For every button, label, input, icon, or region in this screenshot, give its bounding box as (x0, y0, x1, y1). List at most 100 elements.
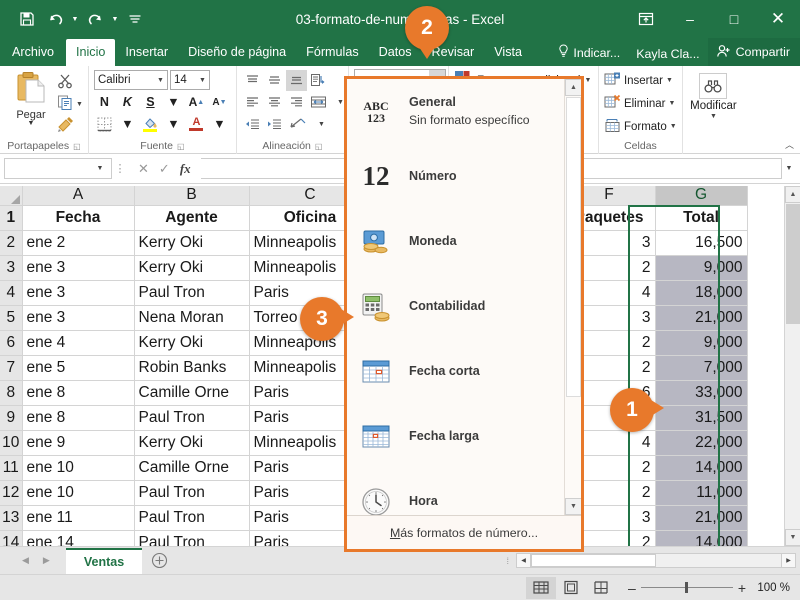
conditional-formatting-dropdown-icon[interactable]: ▼ (585, 77, 592, 84)
number-format-item-contabilidad[interactable]: Contabilidad (347, 274, 581, 339)
column-header-g[interactable]: G (655, 186, 748, 206)
number-format-dropdown-panel[interactable]: ABC 123 General Sin formato específico 12 Núm… (344, 76, 584, 552)
undo-icon[interactable] (42, 6, 68, 32)
hscroll-track[interactable] (531, 553, 781, 568)
cell-a13[interactable]: ene 11 (22, 505, 135, 531)
panel-scrollbar[interactable]: ▲ ▼ (564, 79, 581, 515)
bold-button[interactable]: N (94, 92, 115, 113)
cell-b5[interactable]: Nena Moran (134, 305, 250, 331)
row-header-6[interactable]: 6 (0, 330, 23, 356)
cell-a10[interactable]: ene 9 (22, 430, 135, 456)
borders-button[interactable] (94, 114, 115, 135)
cell-a6[interactable]: ene 4 (22, 330, 135, 356)
cell-b2[interactable]: Kerry Oki (134, 230, 250, 256)
cell-a14[interactable]: ene 14 (22, 530, 135, 546)
close-button[interactable]: ✕ (756, 0, 800, 38)
align-bottom-button[interactable] (285, 69, 307, 91)
wrap-text-button[interactable] (286, 114, 310, 135)
tab-insertar[interactable]: Insertar (115, 39, 178, 66)
underline-dropdown-icon[interactable]: ▼ (163, 92, 184, 113)
cell-g14[interactable]: 14,000 (655, 530, 748, 546)
vertical-scrollbar[interactable]: ▲ ▼ (784, 186, 800, 546)
cell-b6[interactable]: Kerry Oki (134, 330, 250, 356)
next-sheet-icon[interactable]: ▶ (43, 555, 50, 566)
cell-g11[interactable]: 14,000 (655, 455, 748, 481)
paste-dropdown-icon[interactable]: ▼ (28, 120, 35, 127)
format-cells-button[interactable]: Formato ▼ (604, 115, 677, 138)
name-box-dropdown-icon[interactable]: ▼ (93, 165, 107, 172)
increase-indent-button[interactable] (264, 114, 285, 135)
name-box[interactable]: ▼ (4, 158, 112, 179)
hscroll-right-icon[interactable]: ▶ (781, 553, 796, 568)
sheet-tab-ventas[interactable]: Ventas (65, 547, 143, 574)
insert-cells-button[interactable]: Insertar ▼ (604, 69, 673, 92)
decrease-indent-button[interactable] (242, 114, 263, 135)
panel-scroll-down-icon[interactable]: ▼ (565, 498, 581, 515)
font-size-dropdown-icon[interactable]: ▼ (199, 77, 209, 84)
row-header-5[interactable]: 5 (0, 305, 23, 331)
number-format-item-hora[interactable]: Hora (347, 469, 581, 515)
delete-cells-button[interactable]: Eliminar ▼ (604, 92, 675, 115)
number-format-item-fecha-larga[interactable]: Fecha larga (347, 404, 581, 469)
row-header-1[interactable]: 1 (0, 205, 23, 231)
font-color-button[interactable]: A (186, 114, 207, 135)
zoom-out-button[interactable]: – (628, 580, 636, 596)
scroll-grip-icon[interactable]: ⁞ (500, 556, 516, 566)
hscroll-left-icon[interactable]: ◀ (516, 553, 531, 568)
cell-a1[interactable]: Fecha (22, 205, 135, 231)
redo-dropdown-icon[interactable]: ▼ (110, 16, 120, 23)
align-right-button[interactable] (286, 92, 307, 113)
cell-g10[interactable]: 22,000 (655, 430, 748, 456)
tab-archivo[interactable]: Archivo (0, 39, 66, 66)
insert-function-icon[interactable]: fx (180, 161, 191, 177)
row-header-12[interactable]: 12 (0, 480, 23, 506)
copy-dropdown-icon[interactable]: ▼ (76, 101, 83, 108)
increase-font-size-button[interactable]: A ▲ (186, 92, 207, 113)
row-header-13[interactable]: 13 (0, 505, 23, 531)
find-select-dropdown-icon[interactable]: ▼ (710, 113, 717, 120)
zoom-slider-handle[interactable] (684, 582, 688, 593)
underline-button[interactable]: S (140, 92, 161, 113)
paste-button[interactable]: Pegar ▼ (5, 69, 57, 127)
row-header-4[interactable]: 4 (0, 280, 23, 306)
number-format-item-nmero[interactable]: 12 Número (347, 144, 581, 209)
share-button[interactable]: Compartir (707, 38, 800, 66)
fill-color-dropdown-icon[interactable]: ▼ (163, 114, 184, 135)
zoom-percentage[interactable]: 100 % (746, 582, 790, 594)
page-break-view-button[interactable] (586, 577, 616, 599)
customize-quick-access-icon[interactable] (122, 6, 148, 32)
align-left-button[interactable] (242, 92, 263, 113)
font-size-combo[interactable]: 14 ▼ (169, 70, 210, 90)
cell-a4[interactable]: ene 3 (22, 280, 135, 306)
cell-b8[interactable]: Camille Orne (134, 380, 250, 406)
cell-g3[interactable]: 9,000 (655, 255, 748, 281)
cell-b12[interactable]: Paul Tron (134, 480, 250, 506)
italic-button[interactable]: K (117, 92, 138, 113)
cell-b11[interactable]: Camille Orne (134, 455, 250, 481)
tell-me-box[interactable]: Indicar... (550, 39, 628, 66)
panel-scroll-up-icon[interactable]: ▲ (565, 79, 581, 96)
column-header-b[interactable]: B (134, 186, 250, 206)
cell-g9[interactable]: 31,500 (655, 405, 748, 431)
clipboard-dialog-launcher-icon[interactable]: ◱ (73, 139, 81, 154)
number-format-item-fecha-corta[interactable]: Fecha corta (347, 339, 581, 404)
zoom-in-button[interactable]: + (738, 580, 746, 596)
align-center-button[interactable] (264, 92, 285, 113)
cell-g7[interactable]: 7,000 (655, 355, 748, 381)
cell-b4[interactable]: Paul Tron (134, 280, 250, 306)
scroll-down-icon[interactable]: ▼ (785, 529, 800, 546)
page-layout-view-button[interactable] (556, 577, 586, 599)
row-header-2[interactable]: 2 (0, 230, 23, 256)
row-header-9[interactable]: 9 (0, 405, 23, 431)
cell-b13[interactable]: Paul Tron (134, 505, 250, 531)
sheet-nav-arrows[interactable]: ◀ ▶ (0, 555, 66, 566)
more-number-formats-item[interactable]: Más formatos de número... (347, 515, 581, 549)
cell-b9[interactable]: Paul Tron (134, 405, 250, 431)
cell-g13[interactable]: 21,000 (655, 505, 748, 531)
cell-g12[interactable]: 11,000 (655, 480, 748, 506)
horizontal-scrollbar[interactable]: ⁞ ◀ ▶ (500, 553, 800, 568)
font-color-dropdown-icon[interactable]: ▼ (209, 114, 230, 135)
number-format-item-general[interactable]: ABC 123 General Sin formato específico (347, 79, 581, 144)
cell-b14[interactable]: Paul Tron (134, 530, 250, 546)
cell-a5[interactable]: ene 3 (22, 305, 135, 331)
